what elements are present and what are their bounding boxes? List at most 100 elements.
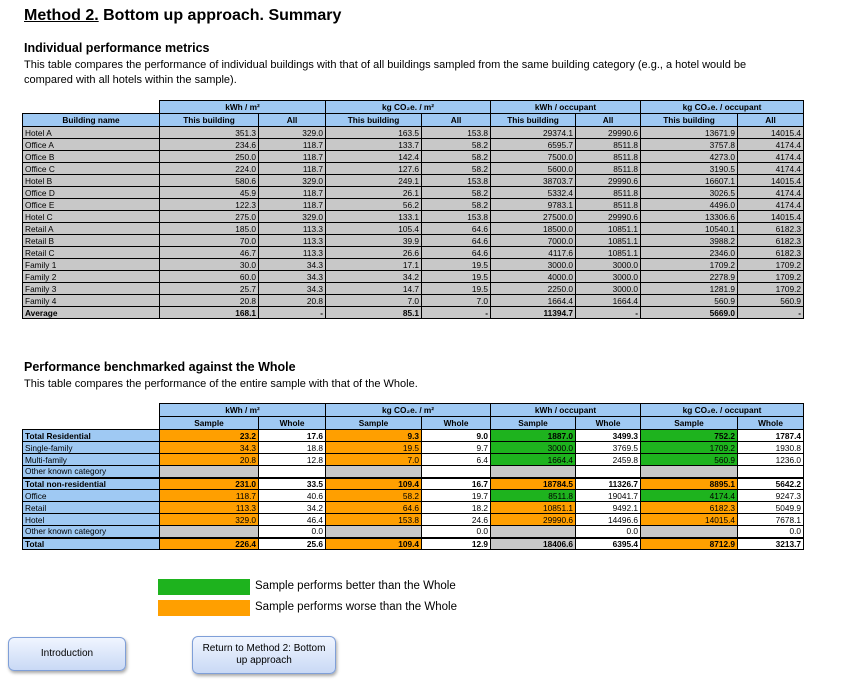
average-label: Average: [22, 306, 160, 319]
value-cell: 127.6: [325, 162, 423, 175]
value-cell: 153.8: [421, 126, 492, 139]
value-cell: 20.8: [257, 294, 327, 307]
value-cell: 4174.4: [737, 198, 805, 211]
table-row: Family 2 60.0 34.3 34.2 19.5 4000.0 3000.0 2278…: [22, 270, 805, 283]
table2-column-header: Whole: [737, 416, 805, 430]
value-cell: 1887.0: [490, 429, 577, 442]
value-cell: 9.3: [325, 429, 423, 442]
value-cell: 1709.2: [640, 258, 739, 271]
building-name-cell: Office E: [22, 198, 160, 211]
value-cell: 3499.3: [575, 429, 642, 442]
value-cell: [737, 465, 805, 478]
table-row: Office B 250.0 118.7 142.4 58.2 7500.0 8511.8 4…: [22, 150, 805, 163]
value-cell: 118.7: [257, 198, 327, 211]
value-cell: 1930.8: [737, 441, 805, 454]
table1-name-header: Building name: [22, 113, 160, 127]
value-cell: 1281.9: [640, 282, 739, 295]
category-name-cell: Retail: [22, 501, 160, 514]
value-cell: 10851.1: [575, 234, 642, 247]
category-name-cell: Total Residential: [22, 429, 160, 442]
value-cell: 3000.0: [575, 282, 642, 295]
table1-group-header: kWh / occupant: [490, 100, 642, 114]
value-cell: 5332.4: [490, 186, 577, 199]
value-cell: 1664.4: [575, 294, 642, 307]
average-value: -: [575, 306, 642, 319]
value-cell: 2346.0: [640, 246, 739, 259]
table-row: Total non-residential 231.0 33.5 109.4 16.7 1…: [22, 476, 805, 490]
value-cell: 18406.6: [490, 536, 577, 550]
value-cell: 9.7: [421, 441, 492, 454]
building-name-cell: Family 4: [22, 294, 160, 307]
return-method2-button[interactable]: Return to Method 2: Bottom up approach: [192, 636, 336, 674]
value-cell: 5049.9: [737, 501, 805, 514]
value-cell: 6595.7: [490, 138, 577, 151]
building-name-cell: Hotel C: [22, 210, 160, 223]
value-cell: 13671.9: [640, 126, 739, 139]
value-cell: 29990.6: [575, 126, 642, 139]
table2-group-header: kg CO₂e. / occupant: [640, 403, 805, 417]
value-cell: 1709.2: [737, 258, 805, 271]
introduction-button[interactable]: Introduction: [8, 637, 126, 671]
building-name-cell: Retail A: [22, 222, 160, 235]
value-cell: 2250.0: [490, 282, 577, 295]
value-cell: 26.1: [325, 186, 423, 199]
value-cell: 34.3: [257, 270, 327, 283]
section1-description: This table compares the performance of i…: [24, 59, 747, 86]
legend-better-label: Sample performs better than the Whole: [255, 580, 456, 592]
average-row: Average 168.1-85.1-11394.7-5669.0-: [22, 306, 805, 319]
value-cell: 34.3: [257, 282, 327, 295]
table-row: Multi-family 20.8 12.8 7.0 6.4 1664.4 2459.8 56…: [22, 453, 805, 466]
individual-metrics-table: kWh / m² kg CO₂e. / m² kWh / occupant kg CO…: [22, 100, 805, 319]
value-cell: 46.7: [159, 246, 259, 259]
value-cell: 185.0: [159, 222, 259, 235]
section2-description: This table compares the performance of t…: [24, 378, 418, 390]
value-cell: 23.2: [159, 429, 259, 442]
table-row: Other known category: [22, 465, 805, 478]
value-cell: [490, 525, 577, 538]
value-cell: 64.6: [325, 501, 423, 514]
building-name-cell: Retail C: [22, 246, 160, 259]
building-name-cell: Hotel B: [22, 174, 160, 187]
value-cell: 1709.2: [737, 282, 805, 295]
page-title-method: Method 2.: [24, 7, 99, 24]
table2-corner-2: [23, 417, 160, 430]
value-cell: 329.0: [159, 513, 259, 526]
value-cell: 58.2: [421, 186, 492, 199]
value-cell: [575, 465, 642, 478]
value-cell: 33.5: [257, 476, 327, 490]
table2-column-header: Sample: [159, 416, 259, 430]
value-cell: 14.7: [325, 282, 423, 295]
value-cell: 26.6: [325, 246, 423, 259]
value-cell: 29990.6: [490, 513, 577, 526]
table1-column-header: All: [257, 113, 327, 127]
value-cell: 14015.4: [640, 513, 739, 526]
table-row: Total 226.4 25.6 109.4 12.9 18406.6 6395.4 8712…: [22, 536, 805, 550]
average-value: 11394.7: [490, 306, 577, 319]
value-cell: 18.8: [257, 441, 327, 454]
value-cell: 27500.0: [490, 210, 577, 223]
page-title-rest: Bottom up approach. Summary: [98, 7, 342, 24]
value-cell: 1787.4: [737, 429, 805, 442]
table-row: Office A 234.6 118.7 133.7 58.2 6595.7 8511.8 3…: [22, 138, 805, 151]
value-cell: 4117.6: [490, 246, 577, 259]
value-cell: [325, 465, 423, 478]
value-cell: 4496.0: [640, 198, 739, 211]
value-cell: 113.3: [159, 501, 259, 514]
legend-worse-swatch: [158, 600, 250, 616]
table1-corner: [23, 101, 160, 114]
building-name-cell: Family 2: [22, 270, 160, 283]
value-cell: 45.9: [159, 186, 259, 199]
value-cell: 58.2: [421, 162, 492, 175]
value-cell: 113.3: [257, 234, 327, 247]
value-cell: 153.8: [421, 174, 492, 187]
building-name-cell: Office B: [22, 150, 160, 163]
value-cell: 9.0: [421, 429, 492, 442]
value-cell: 1236.0: [737, 453, 805, 466]
value-cell: 10851.1: [490, 501, 577, 514]
value-cell: 113.3: [257, 222, 327, 235]
table2-column-header: Whole: [421, 416, 492, 430]
value-cell: 34.2: [257, 501, 327, 514]
value-cell: 560.9: [640, 294, 739, 307]
value-cell: 329.0: [257, 174, 327, 187]
table-row: Family 1 30.0 34.3 17.1 19.5 3000.0 3000.0 1709…: [22, 258, 805, 271]
